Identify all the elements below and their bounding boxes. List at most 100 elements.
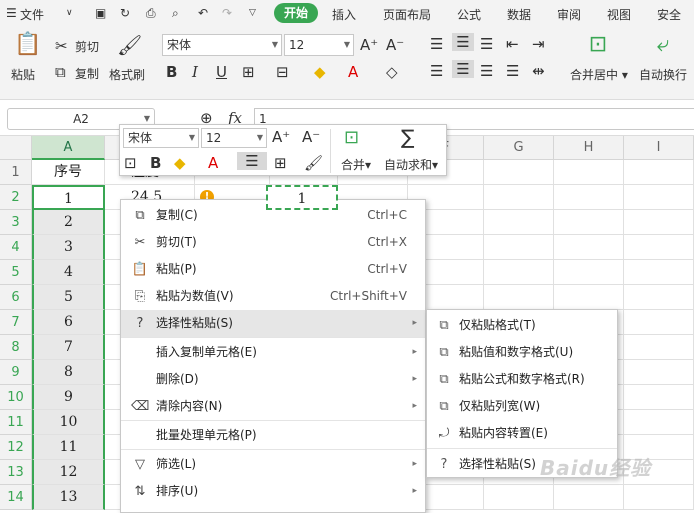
context-menu-item[interactable]: 批量处理单元格(P)	[121, 422, 425, 449]
font-size-select[interactable]: 12 ▼	[284, 34, 354, 56]
cell[interactable]	[554, 485, 624, 510]
decrease-font-icon[interactable]: A⁻	[386, 36, 404, 54]
paste-icon[interactable]: 📋	[14, 34, 41, 56]
format-painter-icon[interactable]: 🖌	[117, 35, 142, 55]
mini-font-select[interactable]: 宋体 ▼	[123, 128, 199, 148]
font-color-icon[interactable]: A	[348, 63, 358, 81]
col-header-a[interactable]: A	[32, 136, 105, 160]
cell[interactable]	[624, 185, 694, 210]
fill-color-icon[interactable]: ◆	[174, 154, 186, 172]
clear-format-icon[interactable]: ◇	[386, 63, 398, 81]
align-left-icon[interactable]: ☰	[430, 62, 443, 80]
row-header[interactable]: 12	[0, 435, 32, 460]
chevron-down-icon[interactable]: ∨	[66, 8, 73, 18]
align-bottom-icon[interactable]: ☰	[480, 35, 493, 53]
italic-icon[interactable]: I	[192, 63, 198, 81]
submenu-item[interactable]: ⧉ 粘贴公式和数字格式(R)	[427, 366, 617, 393]
cell[interactable]	[624, 485, 694, 510]
align-middle-icon[interactable]: ☰	[452, 33, 474, 51]
col-header-h[interactable]: H	[554, 136, 624, 160]
merge-icon[interactable]: ⊡	[344, 129, 359, 147]
paste-button[interactable]: 粘贴	[11, 66, 35, 83]
cell-style-icon[interactable]: ⊟	[276, 63, 289, 81]
format-painter-button[interactable]: 格式刷	[109, 66, 145, 83]
wrap-text-button[interactable]: 自动换行	[639, 66, 687, 83]
file-menu[interactable]: 文件	[20, 6, 44, 23]
row-header[interactable]: 3	[0, 210, 32, 235]
cell[interactable]	[624, 235, 694, 260]
row-header[interactable]: 4	[0, 235, 32, 260]
align-center-icon[interactable]: ☰	[452, 60, 474, 78]
wrap-text-icon[interactable]: ⤶	[650, 34, 676, 56]
menu-icon[interactable]: ☰	[6, 6, 17, 20]
tab-security[interactable]: 安全	[657, 6, 681, 23]
quick-access-dropdown-icon[interactable]: ▽	[249, 8, 256, 18]
sum-icon[interactable]: ∑	[401, 127, 414, 147]
cell[interactable]	[554, 210, 624, 235]
context-menu-item[interactable]: ▽ 筛选(L) ▸	[121, 451, 425, 478]
cell-a[interactable]: 8	[32, 360, 105, 385]
submenu-item[interactable]: ⧉ 粘贴值和数字格式(U)	[427, 339, 617, 366]
merge-center-icon[interactable]: ⊡	[584, 34, 612, 56]
cell[interactable]	[624, 310, 694, 335]
cell[interactable]	[554, 160, 624, 185]
justify-icon[interactable]: ☰	[506, 62, 519, 80]
row-header[interactable]: 11	[0, 410, 32, 435]
row-header[interactable]: 7	[0, 310, 32, 335]
bold-icon[interactable]: B	[150, 154, 161, 172]
cell-a[interactable]: 1	[32, 185, 105, 210]
cell[interactable]	[624, 210, 694, 235]
copy-icon[interactable]: ⧉	[55, 63, 66, 81]
header-cell-index[interactable]: 序号	[32, 160, 105, 185]
tab-review[interactable]: 审阅	[557, 6, 581, 23]
col-header-g[interactable]: G	[484, 136, 554, 160]
cell[interactable]	[484, 160, 554, 185]
row-header[interactable]: 13	[0, 460, 32, 485]
cell[interactable]	[484, 260, 554, 285]
distribute-icon[interactable]: ⇹	[532, 62, 545, 80]
undo-history-icon[interactable]: ↻	[120, 6, 130, 20]
context-menu-item[interactable]: 插入复制单元格(E) ▸	[121, 339, 425, 366]
context-menu-item[interactable]: ⎘ 粘贴为数值(V) Ctrl+Shift+V	[121, 283, 425, 310]
preview-icon[interactable]: ⌕	[172, 6, 179, 21]
cell-a[interactable]: 9	[32, 385, 105, 410]
decrease-font-icon[interactable]: A⁻	[302, 128, 320, 146]
format-painter-icon[interactable]: 🖌	[304, 154, 323, 172]
row-header[interactable]: 1	[0, 160, 32, 185]
tab-view[interactable]: 视图	[607, 6, 631, 23]
indent-increase-icon[interactable]: ⇥	[532, 35, 545, 53]
cell[interactable]	[624, 360, 694, 385]
format-icon[interactable]: ⊡	[124, 154, 137, 172]
cell[interactable]	[484, 485, 554, 510]
print-icon[interactable]: ⎙	[146, 6, 156, 21]
context-menu-item[interactable]: ⌫ 清除内容(N) ▸	[121, 393, 425, 420]
fill-color-icon[interactable]: ◆	[314, 63, 326, 81]
indent-decrease-icon[interactable]: ⇤	[506, 35, 519, 53]
tab-insert[interactable]: 插入	[332, 6, 356, 23]
tab-data[interactable]: 数据	[507, 6, 531, 23]
submenu-item[interactable]: ⧉ 仅粘贴格式(T)	[427, 312, 617, 339]
col-header-i[interactable]: I	[624, 136, 694, 160]
cell[interactable]	[624, 260, 694, 285]
copied-cell-marquee[interactable]: 1	[266, 185, 338, 210]
scissors-icon[interactable]: ✂	[55, 37, 68, 55]
row-header[interactable]: 2	[0, 185, 32, 210]
cell[interactable]	[484, 210, 554, 235]
cell[interactable]	[484, 185, 554, 210]
cell[interactable]	[554, 235, 624, 260]
submenu-item[interactable]: ⤾ 粘贴内容转置(E)	[427, 420, 617, 447]
underline-icon[interactable]: U	[216, 63, 227, 81]
tab-formula[interactable]: 公式	[457, 6, 481, 23]
cell-a[interactable]: 10	[32, 410, 105, 435]
cell-a[interactable]: 6	[32, 310, 105, 335]
cell[interactable]	[624, 285, 694, 310]
select-all-corner[interactable]	[0, 136, 32, 160]
save-icon[interactable]: ▣	[95, 6, 106, 20]
cell[interactable]	[554, 260, 624, 285]
cell[interactable]	[554, 285, 624, 310]
align-center-icon[interactable]: ☰	[237, 152, 267, 170]
cell-a[interactable]: 13	[32, 485, 105, 510]
context-menu-item[interactable]: 删除(D) ▸	[121, 366, 425, 393]
redo-icon[interactable]: ↷	[222, 6, 232, 20]
cell[interactable]	[624, 410, 694, 435]
